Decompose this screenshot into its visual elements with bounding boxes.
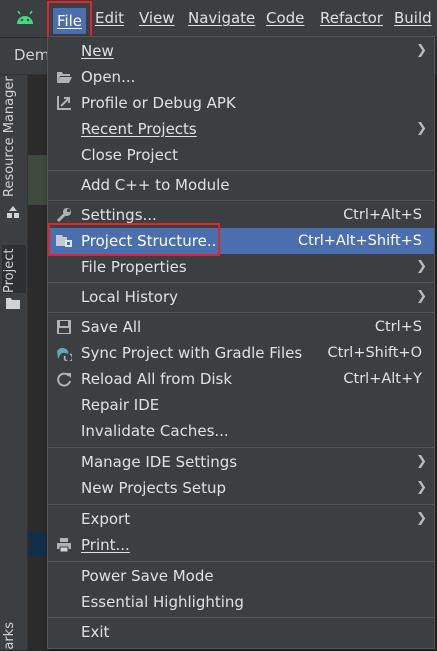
menu-item-label: Exit bbox=[81, 623, 110, 641]
chevron-right-icon: ❯ bbox=[416, 511, 427, 526]
menu-item-recent-projects[interactable]: Recent Projects ❯ bbox=[48, 116, 434, 142]
menu-code[interactable]: Code bbox=[266, 9, 304, 27]
chevron-right-icon: ❯ bbox=[416, 43, 427, 58]
menu-item-label: New Projects Setup bbox=[81, 479, 227, 497]
project-structure-highlight bbox=[48, 223, 220, 256]
menu-item-label: Close Project bbox=[81, 146, 178, 164]
profile-apk-icon bbox=[57, 96, 71, 110]
project-breadcrumb[interactable]: Dem bbox=[14, 46, 49, 64]
menu-separator bbox=[48, 504, 434, 505]
project-tab[interactable]: Project bbox=[2, 245, 26, 293]
menu-item-local-history[interactable]: Local History ❯ bbox=[48, 284, 434, 310]
menu-separator bbox=[48, 282, 434, 283]
menu-build[interactable]: Build bbox=[394, 9, 432, 27]
shortcut-label: Ctrl+S bbox=[374, 319, 422, 335]
folder-open-icon bbox=[57, 72, 72, 83]
menu-item-label: Open... bbox=[81, 68, 136, 86]
menu-item-label: Essential Highlighting bbox=[81, 593, 244, 611]
shortcut-label: Ctrl+Alt+Y bbox=[343, 371, 422, 387]
menu-item-profile-apk[interactable]: Profile or Debug APK bbox=[48, 90, 434, 116]
menu-item-label: Add C++ to Module bbox=[81, 176, 230, 194]
gradle-sync-icon bbox=[57, 347, 72, 361]
menu-item-sync-gradle[interactable]: Sync Project with Gradle Files Ctrl+Shif… bbox=[48, 340, 434, 366]
save-icon bbox=[57, 320, 71, 334]
menu-separator bbox=[48, 617, 434, 618]
menu-item-power-save-mode[interactable]: Power Save Mode bbox=[48, 563, 434, 589]
menu-item-label: Invalidate Caches... bbox=[81, 422, 229, 440]
android-icon bbox=[17, 10, 33, 24]
menu-navigate[interactable]: Navigate bbox=[188, 9, 255, 27]
menu-separator bbox=[48, 200, 434, 201]
menu-item-exit[interactable]: Exit bbox=[48, 619, 434, 645]
menu-view[interactable]: View bbox=[139, 9, 175, 27]
menu-item-manage-ide-settings[interactable]: Manage IDE Settings ❯ bbox=[48, 449, 434, 475]
menu-item-label: Reload All from Disk bbox=[81, 370, 233, 388]
menu-item-label: Repair IDE bbox=[81, 396, 160, 414]
menu-item-add-cpp[interactable]: Add C++ to Module bbox=[48, 172, 434, 198]
shortcut-label: Ctrl+Alt+S bbox=[343, 207, 422, 223]
menu-separator bbox=[48, 312, 434, 313]
menu-item-label: Print... bbox=[81, 536, 130, 554]
folder-icon bbox=[6, 298, 20, 309]
chevron-right-icon: ❯ bbox=[416, 454, 427, 469]
menu-item-label: File Properties bbox=[81, 258, 187, 276]
menu-item-close-project[interactable]: Close Project bbox=[48, 142, 434, 168]
chevron-right-icon: ❯ bbox=[416, 259, 427, 274]
menu-item-new[interactable]: New ❯ bbox=[48, 38, 434, 64]
chevron-right-icon: ❯ bbox=[416, 289, 427, 304]
menu-item-label: Export bbox=[81, 510, 131, 528]
menu-item-label: Profile or Debug APK bbox=[81, 94, 236, 112]
menu-item-label: Local History bbox=[81, 288, 179, 306]
menu-item-new-projects-setup[interactable]: New Projects Setup ❯ bbox=[48, 475, 434, 501]
menu-file[interactable]: File bbox=[53, 8, 86, 34]
menu-item-essential-highlighting[interactable]: Essential Highlighting bbox=[48, 589, 434, 615]
menu-item-repair-ide[interactable]: Repair IDE bbox=[48, 392, 434, 418]
menu-separator bbox=[48, 561, 434, 562]
resource-manager-icon bbox=[7, 206, 19, 218]
file-menu-dropdown: New ❯ Open... Profile or Debug APK Recen… bbox=[47, 36, 435, 649]
menu-item-label: Sync Project with Gradle Files bbox=[81, 344, 303, 362]
reload-icon bbox=[57, 372, 71, 387]
menu-item-label: New bbox=[81, 42, 114, 60]
menu-item-label: Power Save Mode bbox=[81, 567, 214, 585]
main-menu-bar: File Edit View Navigate Code Refactor Bu… bbox=[0, 0, 437, 41]
shortcut-label: Ctrl+Shift+O bbox=[327, 345, 422, 361]
menu-item-label: Recent Projects bbox=[81, 120, 197, 138]
shortcut-label: Ctrl+Alt+Shift+S bbox=[297, 233, 422, 249]
menu-item-label: Manage IDE Settings bbox=[81, 453, 238, 471]
chevron-right-icon: ❯ bbox=[416, 121, 427, 136]
menu-separator bbox=[48, 447, 434, 448]
menu-item-reload-disk[interactable]: Reload All from Disk Ctrl+Alt+Y bbox=[48, 366, 434, 392]
menu-refactor[interactable]: Refactor bbox=[320, 9, 383, 27]
menu-item-open[interactable]: Open... bbox=[48, 64, 434, 90]
menu-item-invalidate-caches[interactable]: Invalidate Caches... bbox=[48, 418, 434, 444]
menu-item-print[interactable]: Print... bbox=[48, 532, 434, 558]
file-menu-highlight: File bbox=[47, 1, 92, 41]
menu-edit[interactable]: Edit bbox=[95, 9, 124, 27]
menu-item-save-all[interactable]: Save All Ctrl+S bbox=[48, 314, 434, 340]
wrench-icon bbox=[56, 208, 71, 223]
menu-item-export[interactable]: Export ❯ bbox=[48, 506, 434, 532]
resource-manager-tab[interactable]: Resource Manager bbox=[2, 76, 26, 197]
left-tool-strip: Resource Manager Project bbox=[0, 75, 28, 650]
bookmarks-tab[interactable]: arks bbox=[2, 622, 17, 650]
menu-item-label: Save All bbox=[81, 318, 142, 336]
chevron-right-icon: ❯ bbox=[416, 480, 427, 495]
print-icon bbox=[57, 538, 71, 553]
menu-item-file-properties[interactable]: File Properties ❯ bbox=[48, 254, 434, 280]
menu-separator bbox=[48, 170, 434, 171]
